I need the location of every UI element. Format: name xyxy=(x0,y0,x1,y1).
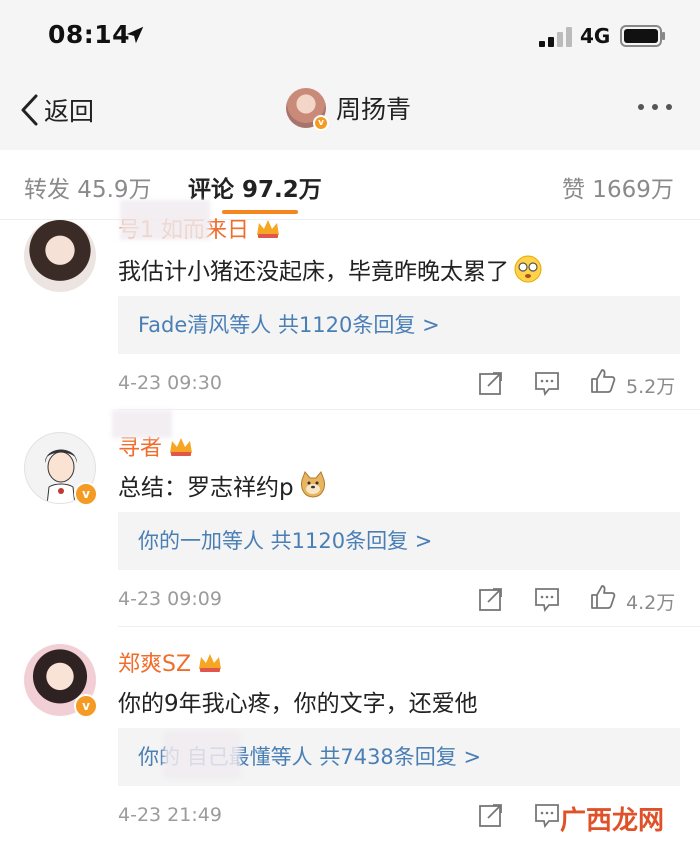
comment-time: 4-23 09:30 xyxy=(118,372,222,394)
comment-time: 4-23 21:49 xyxy=(118,804,222,826)
status-time: 08:14 xyxy=(48,20,131,49)
comment-text: 总结：罗志祥约p xyxy=(118,468,328,502)
like-count: 5.2万 xyxy=(626,376,676,398)
reply-summary[interactable]: 你的一加等人 共1120条回复 > xyxy=(118,512,680,570)
verified-badge-icon: v xyxy=(313,115,329,131)
tab-bar: 转发 45.9万 评论 97.2万 赞 1669万 xyxy=(0,150,700,220)
back-label: 返回 xyxy=(44,97,95,126)
verified-badge-icon: v xyxy=(74,482,98,506)
page-title: 周扬青 xyxy=(336,95,412,124)
crown-icon xyxy=(199,654,222,672)
location-arrow-icon xyxy=(126,26,144,44)
tab-repost[interactable]: 转发 45.9万 xyxy=(24,170,152,204)
profile-header[interactable]: v 周扬青 xyxy=(286,88,412,131)
comment-text-content: 总结：罗志祥约p xyxy=(118,475,294,501)
like-icon[interactable] xyxy=(590,368,616,394)
tab-comment[interactable]: 评论 97.2万 xyxy=(188,170,322,204)
crown-icon xyxy=(257,220,279,238)
comment-text: 你的9年我心疼，你的文字，还爱他 xyxy=(118,691,478,717)
signal-icon xyxy=(539,27,572,47)
doge-emoji-icon xyxy=(300,471,325,498)
back-chevron-icon xyxy=(21,94,38,126)
dizzy-emoji-icon xyxy=(514,255,542,283)
username-text: 郑爽SZ xyxy=(118,652,192,677)
share-icon[interactable] xyxy=(478,802,504,828)
status-bar: 08:14 4G xyxy=(0,0,700,70)
reply-summary[interactable]: Fade清风等人 共1120条回复 > xyxy=(118,296,680,354)
like-count: 4.2万 xyxy=(626,592,676,614)
divider xyxy=(118,626,700,627)
nav-bar: 返回 v 周扬青 xyxy=(0,70,700,150)
share-icon[interactable] xyxy=(478,586,504,612)
comment-icon[interactable] xyxy=(534,802,560,828)
comment-item: v 寻者 总结：罗志祥约p 你的一加等人 共1120条回复 > 4-23 09:… xyxy=(0,410,700,628)
blurred-name-patch xyxy=(112,410,172,438)
share-icon[interactable] xyxy=(478,370,504,396)
avatar: v xyxy=(286,88,329,131)
avatar[interactable] xyxy=(24,220,96,292)
tab-like[interactable]: 赞 1669万 xyxy=(562,170,674,204)
comment-icon[interactable] xyxy=(534,370,560,396)
crown-icon xyxy=(170,438,193,456)
comment-time: 4-23 09:09 xyxy=(118,588,222,610)
like-icon[interactable] xyxy=(590,584,616,610)
verified-badge-icon: v xyxy=(74,694,98,718)
network-type: 4G xyxy=(580,24,611,48)
comment-text: 我估计小猪还没起床，毕竟昨晚太累了 xyxy=(118,252,543,286)
comment-text-content: 我估计小猪还没起床，毕竟昨晚太累了 xyxy=(118,259,509,285)
comment-icon[interactable] xyxy=(534,586,560,612)
blurred-name-patch xyxy=(120,200,210,240)
comment-item: 号1 如而来日 我估计小猪还没起床，毕竟昨晚太累了 Fade清风等人 共1120… xyxy=(0,200,700,410)
blurred-name-patch xyxy=(164,732,240,778)
comment-username[interactable]: 郑爽SZ xyxy=(118,646,223,678)
back-button[interactable]: 返回 xyxy=(18,90,94,130)
watermark: 广西龙网 xyxy=(560,806,665,836)
more-icon[interactable] xyxy=(638,104,672,110)
battery-icon xyxy=(620,25,665,47)
